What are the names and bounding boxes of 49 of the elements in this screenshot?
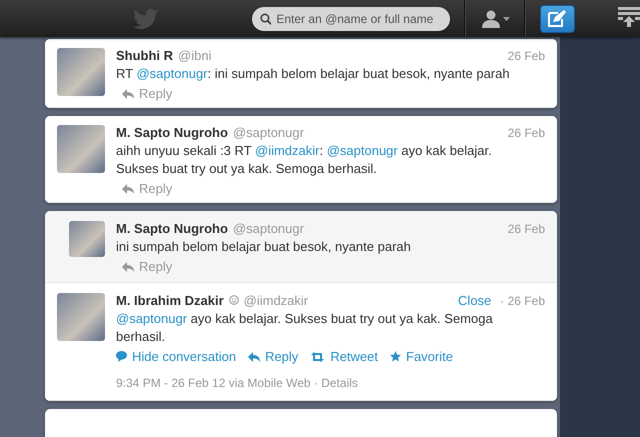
caret-icon [502,16,510,20]
retweet-icon [310,352,326,362]
person-icon [482,10,500,28]
tweet-date[interactable]: · 26 Feb [500,293,545,309]
mention-link[interactable]: @iimdzakir [255,143,320,158]
tweet-date[interactable]: 26 Feb [508,48,545,64]
reply-icon [122,184,134,194]
author-name[interactable]: M. Ibrahim Dzakir [116,293,224,309]
user-handle[interactable]: @saptonugr [232,125,304,141]
retweet-button[interactable]: Retweet [310,349,378,364]
user-handle[interactable]: @iimdzakir [244,293,308,309]
reply-button[interactable]: Reply [248,349,298,364]
search-icon [260,12,272,24]
pencil-box-icon [547,10,568,28]
mention-link[interactable]: @saptonugr [326,143,398,158]
compose-button[interactable] [540,4,575,32]
avatar-photo[interactable] [69,221,105,257]
reply-icon [122,88,134,98]
avatar-photo[interactable] [57,48,105,96]
tweet-text: @saptonugr ayo kak belajar. Sukses buat try out ya kak. Semoga berhasil. [116,310,494,346]
speech-bubble-icon [116,351,127,362]
favorite-button[interactable]: Favorite [390,349,453,364]
tweet-text: RT @saptonugr: ini sumpah belom belajar buat besok, nyante parah [116,65,511,83]
author-name[interactable]: M. Sapto Nugroho [116,125,228,141]
avatar-photo[interactable] [57,293,105,341]
details-link[interactable]: Details [321,376,358,390]
author-name[interactable]: Shubhi R [116,48,174,64]
conversation-button[interactable]: Hide conversation [116,349,236,364]
mention-link[interactable]: @saptonugr [136,66,208,81]
tweet-meta: 9:34 PM - 26 Feb 12 via Mobile Web · [116,376,319,390]
tweet-date[interactable]: 26 Feb [508,125,545,141]
mention-link[interactable]: @saptonugr [116,311,188,326]
reply-button[interactable]: Reply [122,259,172,274]
avatar-photo[interactable] [57,125,105,173]
star-icon [390,351,402,362]
tweet-text: ini sumpah belom belajar buat besok, nyante parah [116,238,412,256]
tweet-text: aihh unyuu sekali :3 RT @iimdzakir: @saptonugr ayo kak belajar. Sukses buat try out ya kak. Semoga berhasil. [116,142,493,178]
reply-button[interactable]: Reply [122,86,172,101]
reply-button[interactable]: Reply [122,181,172,196]
tweet-date[interactable]: 26 Feb [508,221,545,237]
user-handle[interactable]: @ibni [178,48,212,64]
reply-icon [248,352,260,362]
close-link[interactable]: Close [458,293,492,309]
bird-logo-icon[interactable] [133,8,159,28]
reply-icon [122,262,134,272]
author-name[interactable]: M. Sapto Nugroho [116,221,228,237]
collapse-icon[interactable] [618,7,640,30]
user-handle[interactable]: @saptonugr [232,221,304,237]
search-field[interactable]: Enter an @name or full name [252,6,450,30]
